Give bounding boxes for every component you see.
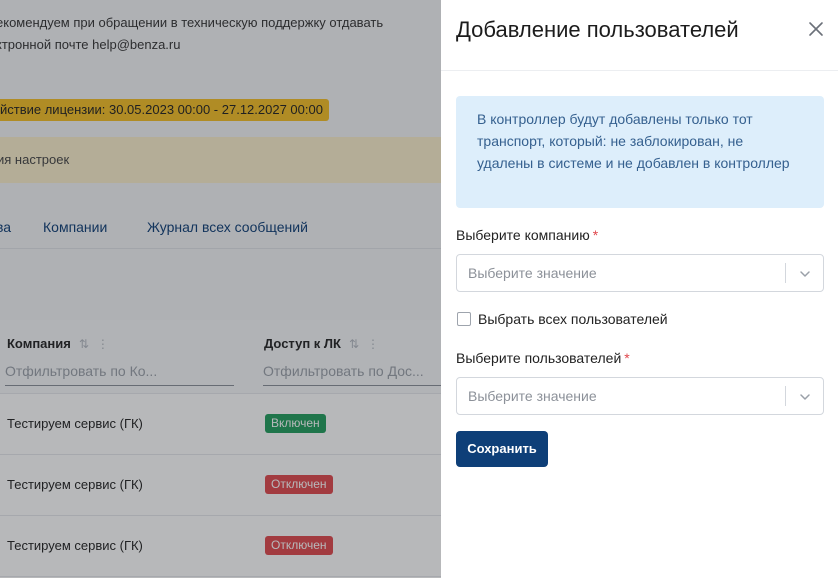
close-button[interactable] [806,19,826,39]
info-alert: В контроллер будут добавлены только тот … [456,96,824,208]
add-users-drawer: Добавление пользователей В контроллер бу… [441,0,838,578]
modal-overlay[interactable] [0,0,441,578]
company-select[interactable]: Выберите значение [456,254,824,292]
company-label-text: Выберите компанию [456,227,590,243]
chevron-down-icon[interactable] [798,267,812,281]
users-label-text: Выберите пользователей [456,350,622,366]
select-all-checkbox[interactable] [457,312,471,326]
required-mark: * [592,227,599,243]
users-select[interactable]: Выберите значение [456,377,824,415]
company-select-placeholder: Выберите значение [468,265,597,281]
select-separator [785,386,786,406]
close-icon [809,22,823,36]
background-page: екомендуем при обращении в техническую п… [0,0,441,578]
users-label: Выберите пользователей * [456,350,630,366]
save-button[interactable]: Сохранить [456,431,548,467]
required-mark: * [624,350,630,366]
drawer-header: Добавление пользователей [441,0,838,71]
select-separator [785,263,786,283]
chevron-down-icon[interactable] [798,390,812,404]
company-label: Выберите компанию * [456,227,598,243]
drawer-title: Добавление пользователей [456,17,739,42]
select-all-label[interactable]: Выбрать всех пользователей [478,311,668,327]
users-select-placeholder: Выберите значение [468,388,597,404]
